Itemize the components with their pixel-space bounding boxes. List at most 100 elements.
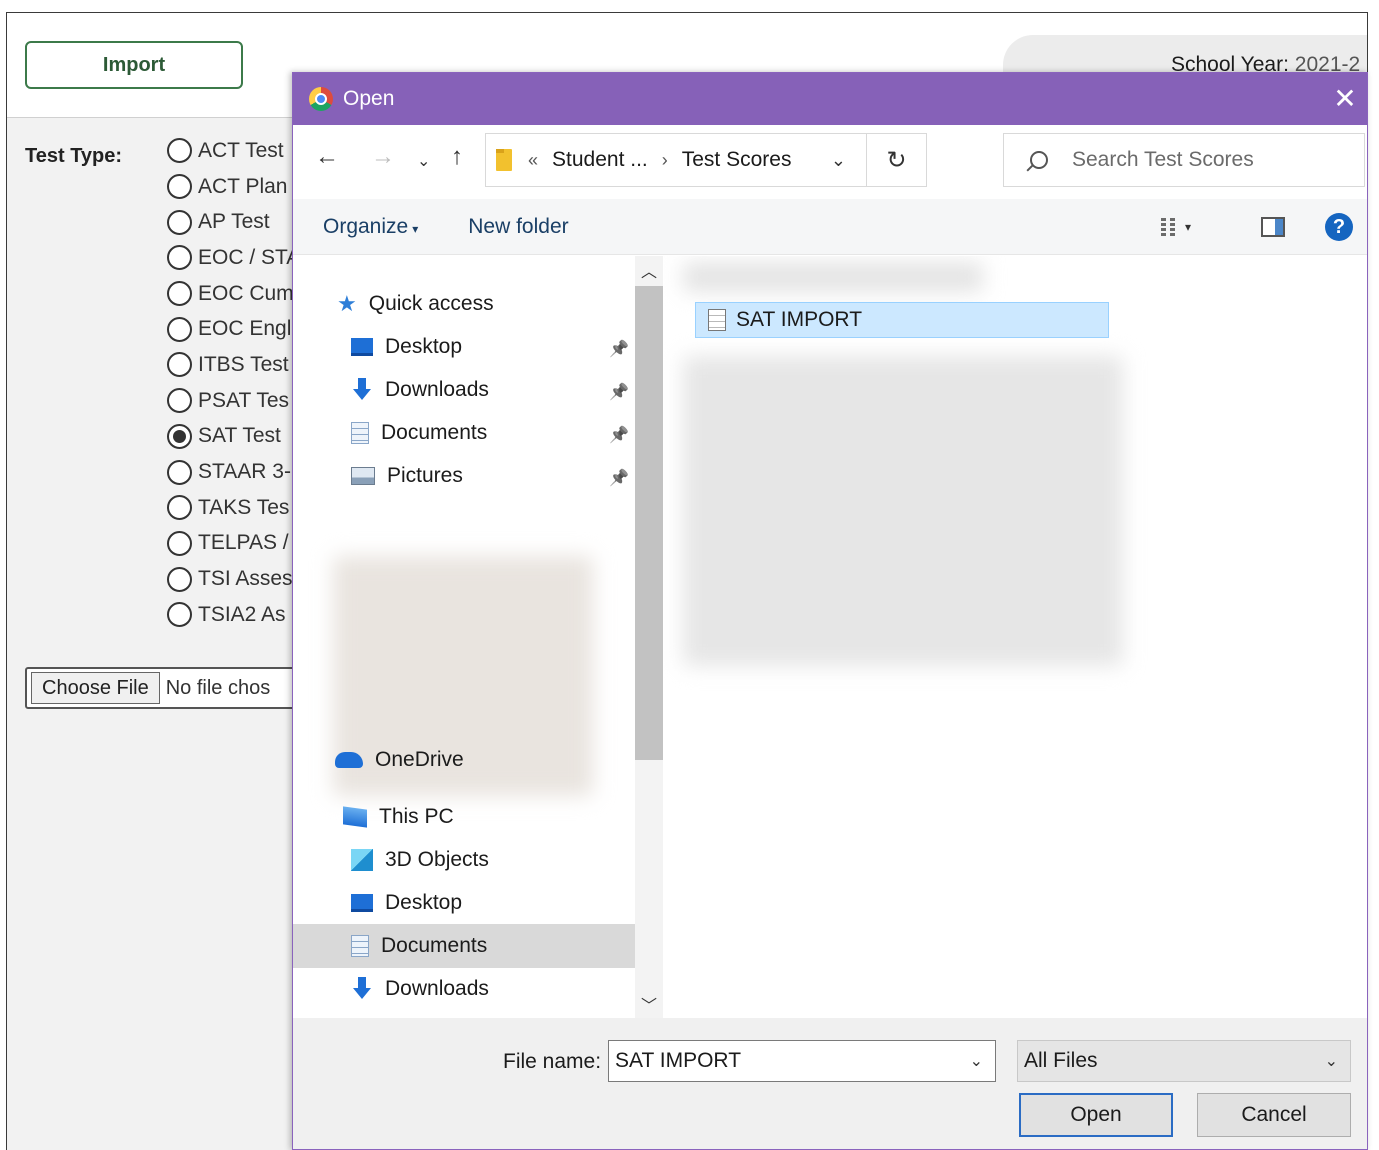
- new-folder-button[interactable]: New folder: [468, 215, 568, 239]
- test-type-option[interactable]: EOC Cum: [167, 276, 300, 312]
- test-type-label: PSAT Tes: [198, 388, 290, 412]
- breadcrumb-test-scores[interactable]: Test Scores: [682, 148, 792, 172]
- test-type-label: SAT Test: [198, 424, 281, 448]
- recent-locations-chevron-icon[interactable]: ⌄: [417, 151, 430, 171]
- test-type-option[interactable]: ACT Test: [167, 133, 300, 169]
- radio-unselected[interactable]: [167, 352, 192, 378]
- address-dropdown-icon[interactable]: ⌄: [831, 150, 846, 171]
- test-type-option[interactable]: EOC Engl: [167, 311, 300, 347]
- caret-down-icon[interactable]: ▾: [1185, 220, 1191, 234]
- pin-icon[interactable]: 📌: [609, 339, 629, 359]
- test-type-option[interactable]: ACT Plan: [167, 169, 300, 205]
- choose-file-button[interactable]: Choose File: [31, 672, 160, 704]
- test-type-option[interactable]: SAT Test: [167, 419, 300, 455]
- preview-pane-icon[interactable]: [1261, 217, 1285, 237]
- test-type-option[interactable]: EOC / STA: [167, 240, 300, 276]
- search-input[interactable]: [1072, 148, 1322, 172]
- file-item[interactable]: SAT IMPORT: [695, 302, 1109, 338]
- scroll-up-icon[interactable]: ︿: [635, 258, 663, 282]
- nav-this-pc-item[interactable]: 3D Objects: [351, 848, 489, 872]
- open-file-dialog: Open ✕ ← → ⌄ ↑ « Student ... › Test Scor…: [292, 72, 1368, 1150]
- radio-selected[interactable]: [167, 423, 192, 449]
- nav-label: OneDrive: [375, 748, 464, 771]
- command-bar: Organize ▾ New folder ▾ ?: [293, 199, 1367, 255]
- nav-this-pc-item[interactable]: Documents: [351, 934, 487, 958]
- chevron-down-icon[interactable]: ⌄: [970, 1051, 983, 1071]
- desktop-icon: [351, 338, 373, 356]
- scroll-down-icon[interactable]: ﹀: [635, 992, 663, 1016]
- computer-icon: [343, 806, 367, 828]
- import-button[interactable]: Import: [25, 41, 243, 89]
- pin-icon[interactable]: 📌: [609, 468, 629, 488]
- nav-label: Downloads: [385, 977, 489, 1000]
- refresh-icon[interactable]: ↻: [866, 134, 926, 186]
- radio-unselected[interactable]: [167, 316, 192, 342]
- nav-label: Desktop: [385, 891, 463, 914]
- caret-down-icon: ▾: [412, 221, 419, 236]
- radio-unselected[interactable]: [167, 566, 192, 592]
- search-icon: [1030, 151, 1048, 169]
- test-type-option[interactable]: STAAR 3-: [167, 454, 300, 490]
- file-name-value: SAT IMPORT: [615, 1049, 742, 1072]
- radio-unselected[interactable]: [167, 138, 192, 164]
- cancel-button[interactable]: Cancel: [1197, 1093, 1351, 1137]
- test-type-option[interactable]: PSAT Tes: [167, 383, 300, 419]
- scrollbar-thumb[interactable]: [635, 286, 663, 760]
- change-view-icon[interactable]: ▾: [1161, 215, 1191, 239]
- nav-quick-access[interactable]: ★ Quick access: [337, 292, 494, 316]
- nav-label: Pictures: [387, 464, 463, 487]
- organize-button[interactable]: Organize ▾: [323, 215, 418, 239]
- 3d-objects-icon: [351, 849, 373, 871]
- nav-quick-item[interactable]: Desktop: [351, 335, 462, 359]
- test-type-label: EOC Engl: [198, 317, 292, 341]
- file-name-field[interactable]: SAT IMPORT ⌄: [608, 1040, 996, 1082]
- radio-unselected[interactable]: [167, 281, 192, 307]
- dialog-title: Open: [343, 87, 395, 110]
- forward-arrow-icon[interactable]: →: [371, 143, 395, 171]
- radio-unselected[interactable]: [167, 388, 192, 414]
- nav-scrollbar[interactable]: ︿ ﹀: [635, 256, 663, 1018]
- radio-unselected[interactable]: [167, 174, 192, 200]
- nav-label: Documents: [381, 934, 488, 957]
- star-icon: ★: [337, 291, 357, 316]
- radio-unselected[interactable]: [167, 459, 192, 485]
- onedrive-cloud-icon: [335, 752, 363, 768]
- address-bar[interactable]: « Student ... › Test Scores ⌄ ↻: [485, 133, 927, 187]
- breadcrumb-overflow-icon[interactable]: «: [528, 150, 538, 171]
- documents-icon: [351, 935, 369, 957]
- close-icon[interactable]: ✕: [1329, 83, 1361, 115]
- nav-quick-item[interactable]: Downloads: [351, 378, 489, 402]
- test-type-option[interactable]: AP Test: [167, 204, 300, 240]
- breadcrumb-separator-icon[interactable]: ›: [662, 150, 668, 171]
- back-arrow-icon[interactable]: ←: [315, 143, 339, 171]
- test-type-option[interactable]: TSI Asses: [167, 561, 300, 597]
- pin-icon[interactable]: 📌: [609, 425, 629, 445]
- pin-icon[interactable]: 📌: [609, 382, 629, 402]
- test-type-option[interactable]: TAKS Tes: [167, 490, 300, 526]
- radio-unselected[interactable]: [167, 245, 192, 271]
- documents-icon: [351, 422, 369, 444]
- search-box[interactable]: [1003, 133, 1365, 187]
- file-type-select[interactable]: All Files ⌄: [1017, 1040, 1351, 1082]
- nav-quick-item[interactable]: Pictures: [351, 464, 463, 488]
- test-type-label: STAAR 3-: [198, 460, 291, 484]
- nav-this-pc-item[interactable]: Downloads: [351, 977, 489, 1001]
- radio-unselected[interactable]: [167, 530, 192, 556]
- radio-unselected[interactable]: [167, 602, 192, 628]
- open-button[interactable]: Open: [1019, 1093, 1173, 1137]
- nav-onedrive[interactable]: OneDrive: [335, 748, 464, 772]
- nav-this-pc-item[interactable]: Desktop: [351, 891, 462, 915]
- dialog-title-bar: Open ✕: [293, 73, 1367, 125]
- nav-this-pc[interactable]: This PC: [343, 805, 454, 829]
- folder-icon: [496, 149, 512, 171]
- nav-quick-item[interactable]: Documents: [351, 421, 487, 445]
- test-type-option[interactable]: TELPAS /: [167, 526, 300, 562]
- radio-unselected[interactable]: [167, 495, 192, 521]
- test-type-option[interactable]: ITBS Test: [167, 347, 300, 383]
- breadcrumb-student[interactable]: Student ...: [552, 148, 648, 172]
- downloads-icon: [351, 977, 373, 1001]
- up-arrow-icon[interactable]: ↑: [451, 143, 463, 171]
- help-icon[interactable]: ?: [1325, 213, 1353, 241]
- test-type-option[interactable]: TSIA2 As: [167, 597, 300, 633]
- radio-unselected[interactable]: [167, 209, 192, 235]
